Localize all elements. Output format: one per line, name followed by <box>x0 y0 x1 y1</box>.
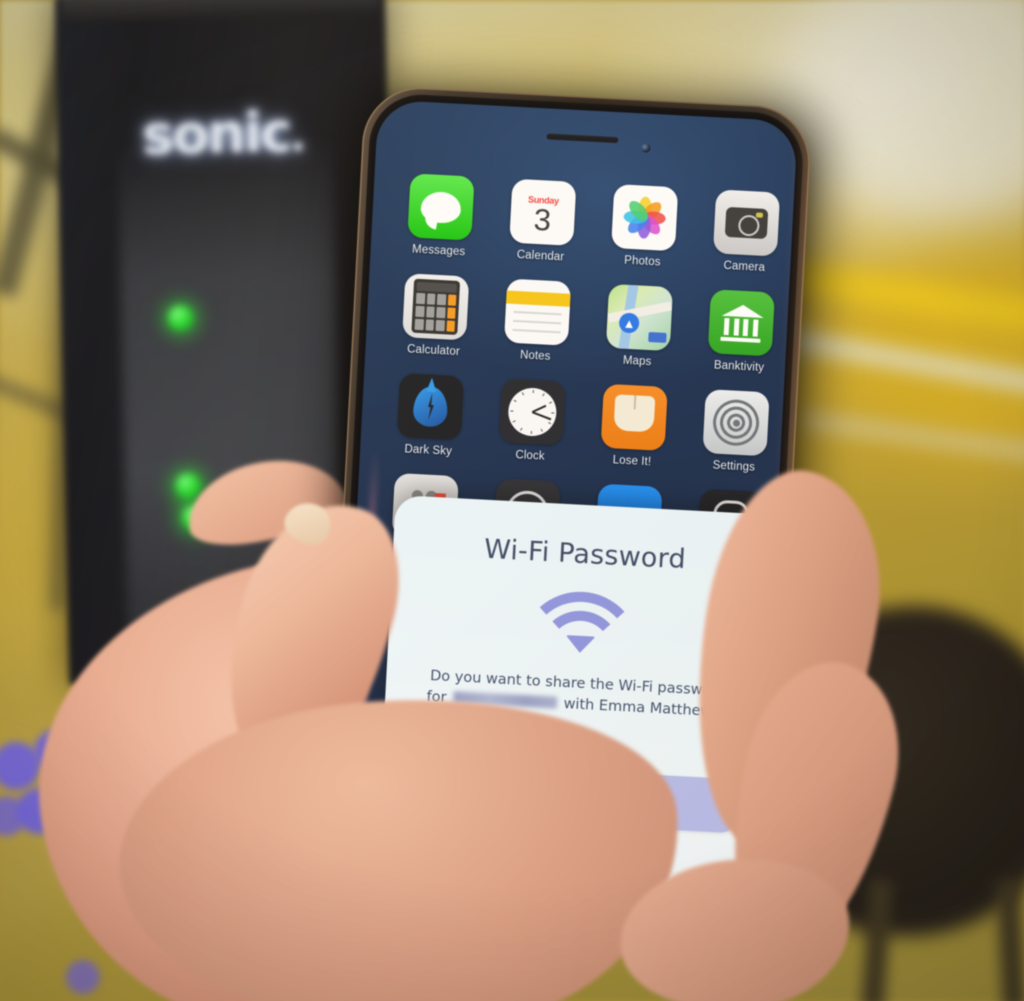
clock-tick <box>512 420 516 423</box>
calculator-key <box>445 320 456 332</box>
app-label: Maps <box>622 354 652 369</box>
app-icon-settings[interactable]: Settings <box>688 388 784 475</box>
maps-icon: ▲ <box>605 283 674 352</box>
app-label: Calculator <box>406 343 461 359</box>
app-icon-calendar[interactable]: Sunday 3 Calendar <box>494 178 590 265</box>
calculator-key <box>415 292 425 305</box>
app-icon-maps[interactable]: ▲ Maps <box>591 283 687 370</box>
banktivity-icon <box>707 289 775 357</box>
photos-icon <box>611 184 679 252</box>
calculator-key <box>436 293 446 306</box>
app-label: Messages <box>411 243 466 259</box>
calculator-key <box>426 293 436 305</box>
clock-tick <box>542 393 545 397</box>
calculator-key <box>424 319 435 331</box>
app-icon-notes[interactable]: Notes <box>489 278 585 365</box>
clock-tick <box>549 401 553 404</box>
calculator-key <box>425 306 435 318</box>
calculator-key <box>435 319 445 332</box>
clock-tick <box>540 428 543 432</box>
clock-tick <box>513 399 517 403</box>
front-camera <box>640 143 651 153</box>
bokeh-dot <box>66 960 100 994</box>
app-label: Lose It! <box>612 454 652 469</box>
app-label: Settings <box>712 459 756 474</box>
messages-icon <box>407 173 475 241</box>
calendar-icon: Sunday 3 <box>509 178 577 246</box>
app-label: Banktivity <box>713 359 765 375</box>
clock-tick <box>532 390 535 394</box>
app-label: Dark Sky <box>404 443 453 458</box>
app-label: Clock <box>515 449 545 463</box>
clock-tick <box>521 392 525 396</box>
app-icon-clock[interactable]: Clock <box>484 378 580 465</box>
app-label: Camera <box>723 259 766 274</box>
earpiece-speaker <box>546 133 619 144</box>
app-icon-banktivity[interactable]: Banktivity <box>693 288 789 375</box>
calculator-key <box>446 307 456 319</box>
camera-icon <box>712 189 781 257</box>
app-icon-camera[interactable]: Camera <box>698 189 794 276</box>
clock-tick <box>547 421 552 425</box>
app-icon-lose-it[interactable]: Lose It! <box>586 383 682 470</box>
clock-tick <box>519 427 523 431</box>
router-brand-text: sonic <box>141 100 291 167</box>
clock-icon <box>498 378 566 446</box>
calculator-key <box>415 305 425 318</box>
calculator-key <box>436 306 446 319</box>
app-label: Notes <box>519 349 551 363</box>
dark-sky-icon <box>396 373 465 441</box>
clock-tick <box>551 412 555 414</box>
app-label: Photos <box>623 254 661 269</box>
app-label: Calendar <box>516 248 565 264</box>
app-icon-photos[interactable]: Photos <box>596 183 692 270</box>
app-icon-calculator[interactable]: Calculator <box>387 272 483 359</box>
settings-icon <box>702 389 770 457</box>
photo-scene: sonic. Messages Sunday 3 Calendar Photos… <box>0 0 1024 1001</box>
lose-it-icon <box>600 383 668 451</box>
notes-icon <box>503 278 572 346</box>
wifi-icon <box>519 588 643 657</box>
clock-tick <box>530 430 532 435</box>
calculator-key <box>447 294 457 306</box>
clock-tick <box>510 410 514 412</box>
calendar-day-number: 3 <box>532 201 552 238</box>
app-icon-dark-sky[interactable]: Dark Sky <box>382 372 478 459</box>
calculator-icon <box>402 273 470 341</box>
calculator-key <box>414 318 424 331</box>
router-brand-dot: . <box>289 114 305 161</box>
app-icon-messages[interactable]: Messages <box>392 173 488 260</box>
router-brand-logo: sonic. <box>57 99 388 169</box>
